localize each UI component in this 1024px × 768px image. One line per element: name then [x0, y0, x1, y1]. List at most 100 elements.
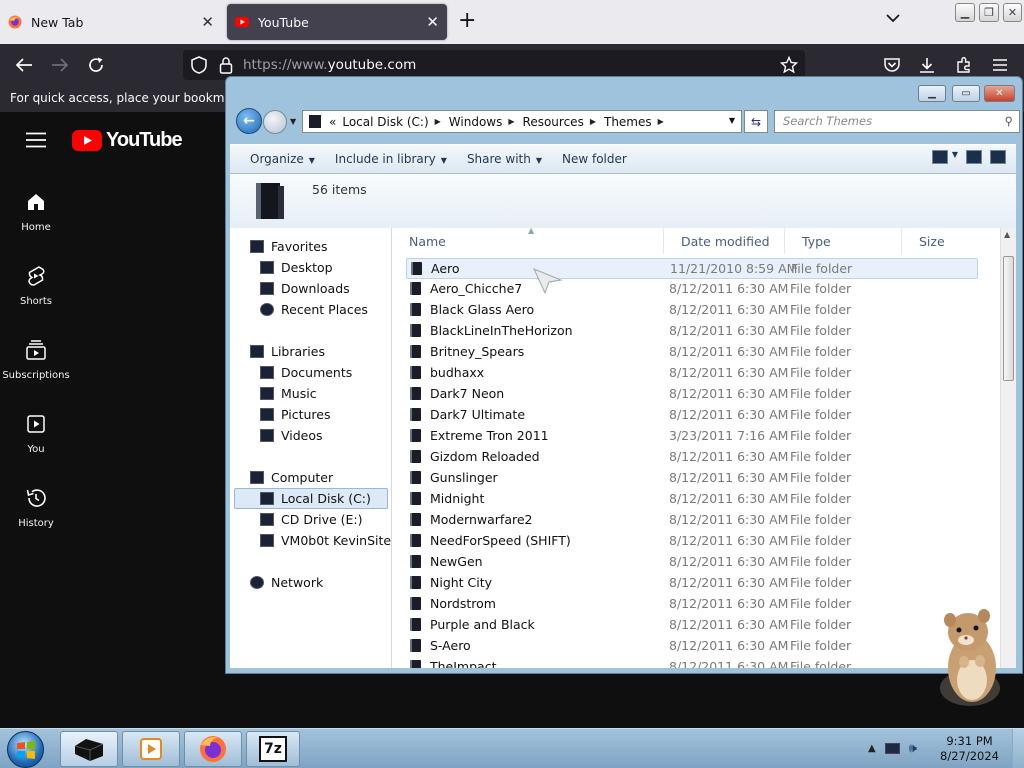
tracking-protection-shield-icon[interactable] [187, 54, 211, 76]
close-tab-icon[interactable]: ✕ [201, 13, 214, 31]
search-icon[interactable]: ⚲ [1005, 114, 1013, 128]
new-tab-icon[interactable]: + [458, 10, 476, 32]
yt-nav-shorts[interactable]: Shorts [0, 264, 72, 307]
reload-icon[interactable] [84, 54, 108, 76]
column-header-type[interactable]: Type [785, 228, 902, 254]
file-row[interactable]: Dark7 Neon 8/12/2011 6:30 AM File folder [406, 384, 978, 405]
explorer-breadcrumb[interactable]: « Local Disk (C:) ▶ Windows ▶ Resources ▶ T… [302, 110, 742, 133]
nav-documents[interactable]: Documents [260, 362, 352, 383]
nav-favorites[interactable]: Favorites [250, 236, 327, 257]
back-icon[interactable] [12, 54, 36, 76]
breadcrumb-overflow[interactable]: « [329, 115, 336, 129]
minimize-window-icon[interactable]: ▁ [955, 3, 975, 22]
organize-button[interactable]: Organize ▼ [250, 152, 315, 166]
new-folder-button[interactable]: New folder [562, 152, 627, 166]
file-row[interactable]: Nordstrom 8/12/2011 6:30 AM File folder [406, 594, 978, 615]
breadcrumb-windows[interactable]: Windows [449, 115, 503, 129]
close-window-icon[interactable]: ✕ [1003, 3, 1022, 22]
lock-icon[interactable] [214, 54, 238, 76]
tab-youtube[interactable]: YouTube ✕ [227, 4, 447, 40]
explorer-refresh-icon[interactable]: ⇆ [744, 110, 768, 133]
explorer-back-icon[interactable]: ← [236, 108, 262, 134]
breadcrumb-resources[interactable]: Resources [523, 115, 584, 129]
file-row[interactable]: Gizdom Reloaded 8/12/2011 6:30 AM File fol… [406, 447, 978, 468]
file-row[interactable]: NeedForSpeed (SHIFT) 8/12/2011 6:30 AM Fil… [406, 531, 978, 552]
file-row[interactable]: Gunslinger 8/12/2011 6:30 AM File folder [406, 468, 978, 489]
explorer-forward-icon[interactable] [263, 110, 287, 134]
nav-vm-share[interactable]: VM0b0t KevinSite [260, 530, 391, 551]
breadcrumb-local-disk[interactable]: Local Disk (C:) [342, 115, 428, 129]
network-status-icon[interactable] [884, 743, 900, 754]
file-row[interactable]: S-Aero 8/12/2011 6:30 AM File folder [406, 636, 978, 657]
show-desktop-button[interactable] [1012, 729, 1024, 768]
file-row[interactable]: Modernwarfare2 8/12/2011 6:30 AM File fold… [406, 510, 978, 531]
nav-network[interactable]: Network [250, 572, 323, 593]
yt-nav-home[interactable]: Home [0, 190, 72, 233]
close-tab-icon[interactable]: ✕ [426, 13, 439, 31]
file-row[interactable]: Night City 8/12/2011 6:30 AM File folder [406, 573, 978, 594]
tab-new-tab[interactable]: New Tab ✕ [0, 4, 222, 40]
file-row[interactable]: Purple and Black 8/12/2011 6:30 AM File fo… [406, 615, 978, 636]
file-row[interactable]: NewGen 8/12/2011 6:30 AM File folder [406, 552, 978, 573]
explorer-close-icon[interactable]: ✕ [984, 85, 1015, 102]
nav-recent-places[interactable]: Recent Places [260, 299, 368, 320]
extensions-icon[interactable] [952, 54, 976, 76]
file-row[interactable]: Aero 11/21/2010 8:59 AM File folder [406, 258, 978, 279]
guide-menu-icon[interactable] [26, 132, 46, 151]
forward-icon[interactable] [48, 54, 72, 76]
breadcrumb-arrow-icon[interactable]: ▶ [590, 117, 596, 126]
breadcrumb-arrow-icon[interactable]: ▶ [658, 117, 664, 126]
file-row[interactable]: Black Glass Aero 8/12/2011 6:30 AM File fo… [406, 300, 978, 321]
file-row[interactable]: TheImpact 8/12/2011 6:30 AM File folder [406, 657, 978, 668]
nav-cd-drive[interactable]: CD Drive (E:) [260, 509, 363, 530]
explorer-maximize-icon[interactable]: ▭ [952, 85, 980, 102]
restore-window-icon[interactable]: ❐ [979, 3, 999, 22]
show-hidden-icons-icon[interactable]: ▲ [868, 743, 876, 754]
breadcrumb-arrow-icon[interactable]: ▶ [435, 117, 441, 126]
nav-desktop[interactable]: Desktop [260, 257, 333, 278]
yt-nav-subscriptions[interactable]: Subscriptions [0, 338, 72, 381]
yt-nav-you[interactable]: You [0, 412, 72, 455]
list-all-tabs-icon[interactable] [885, 12, 901, 26]
start-button[interactable] [7, 731, 44, 768]
help-icon[interactable] [990, 150, 1006, 164]
taskbar-media-player-button[interactable] [122, 731, 180, 767]
menu-hamburger-icon[interactable] [988, 54, 1012, 76]
include-in-library-button[interactable]: Include in library ▼ [335, 152, 447, 166]
bookmark-star-icon[interactable] [777, 54, 801, 76]
explorer-minimize-icon[interactable]: ▁ [918, 85, 946, 102]
nav-pictures[interactable]: Pictures [260, 404, 331, 425]
preview-pane-icon[interactable] [966, 150, 982, 164]
taskbar-firefox-button[interactable] [184, 731, 242, 767]
file-row[interactable]: BlackLineInTheHorizon 8/12/2011 6:30 AM Fi… [406, 321, 978, 342]
file-row[interactable]: Extreme Tron 2011 3/23/2011 7:16 AM File f… [406, 426, 978, 447]
nav-libraries[interactable]: Libraries [250, 341, 325, 362]
column-header-date[interactable]: Date modified [664, 228, 785, 254]
explorer-title-bar[interactable]: ▁ ▭ ✕ [226, 77, 1022, 107]
breadcrumb-themes[interactable]: Themes [604, 115, 652, 129]
breadcrumb-arrow-icon[interactable]: ▶ [508, 117, 514, 126]
scroll-up-icon[interactable]: ▲ [1004, 230, 1010, 239]
downloads-icon[interactable] [915, 54, 939, 76]
column-header-size[interactable]: Size [902, 228, 982, 254]
youtube-logo[interactable]: YouTube [72, 129, 183, 152]
file-row[interactable]: budhaxx 8/12/2011 6:30 AM File folder [406, 363, 978, 384]
nav-local-disk[interactable]: Local Disk (C:) [234, 488, 388, 509]
taskbar-7zip-button[interactable]: 7z [246, 731, 300, 767]
nav-downloads[interactable]: Downloads [260, 278, 350, 299]
yt-nav-history[interactable]: History [0, 486, 72, 529]
volume-icon[interactable]: 🕪 [909, 741, 917, 756]
view-dropdown-icon[interactable]: ▼ [952, 150, 958, 164]
file-row[interactable]: Dark7 Ultimate 8/12/2011 6:30 AM File fold… [406, 405, 978, 426]
vertical-scrollbar[interactable]: ▲ [1000, 228, 1016, 668]
recent-pages-dropdown-icon[interactable]: ▼ [290, 117, 296, 126]
scrollbar-thumb[interactable] [1003, 256, 1014, 381]
nav-music[interactable]: Music [260, 383, 317, 404]
file-row[interactable]: Aero_Chicche7 8/12/2011 6:30 AM File folde… [406, 279, 978, 300]
file-row[interactable]: Britney_Spears 8/12/2011 6:30 AM File fold… [406, 342, 978, 363]
taskbar-clock[interactable]: 9:31 PM 8/27/2024 [940, 734, 999, 764]
address-dropdown-icon[interactable]: ▼ [729, 116, 735, 125]
column-header-name[interactable]: Name ▲ [392, 228, 664, 254]
share-with-button[interactable]: Share with ▼ [467, 152, 542, 166]
pocket-icon[interactable] [880, 54, 904, 76]
